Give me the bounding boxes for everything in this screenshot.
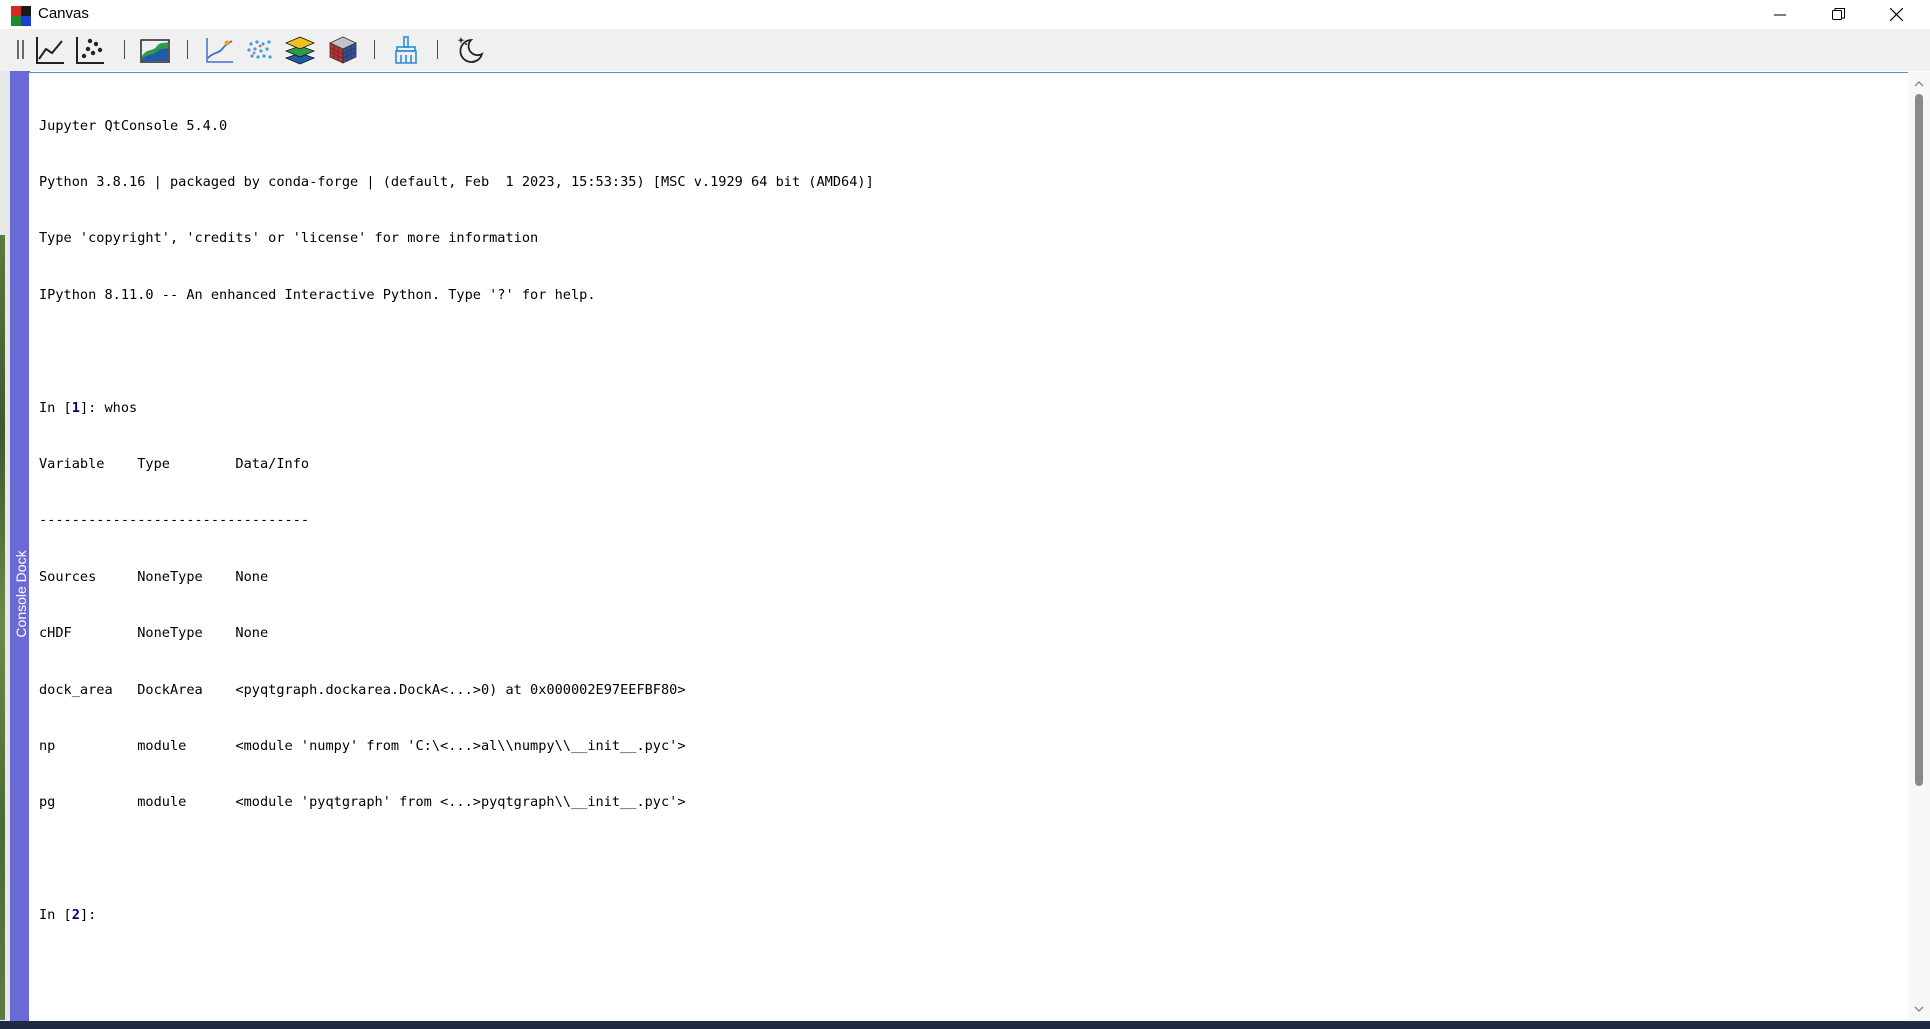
console-output: Jupyter QtConsole 5.4.0 Python 3.8.16 | … [39, 79, 874, 962]
whos-header: Variable Type Data/Info [39, 455, 310, 472]
prompt-suffix: ]: [79, 907, 105, 924]
banner-line: Type 'copyright', 'credits' or 'license'… [39, 230, 539, 247]
scrollbar-thumb[interactable] [1915, 94, 1923, 786]
toolbar-grip[interactable] [22, 40, 24, 59]
point-cloud-icon[interactable] [243, 34, 275, 66]
clear-brush-icon[interactable] [390, 34, 422, 66]
input-prompt-2[interactable]: In [2]: [39, 906, 874, 925]
desktop-wallpaper [0, 235, 5, 1020]
whos-row: Sources NoneType None [39, 568, 269, 585]
prompt-number: 1 [71, 399, 80, 416]
minimize-icon [1774, 14, 1786, 15]
prompt-prefix: In [ [39, 907, 72, 924]
surface-plot-icon[interactable] [139, 34, 171, 66]
toolbar-separator [187, 40, 188, 59]
whos-row: cHDF NoneType None [39, 625, 269, 642]
line-plot-icon[interactable] [34, 34, 66, 66]
title-bar: Canvas [0, 0, 1930, 29]
scatter-plot-icon[interactable] [74, 34, 106, 66]
console-area[interactable]: Jupyter QtConsole 5.4.0 Python 3.8.16 | … [29, 72, 1908, 1022]
app-icon [11, 6, 31, 26]
whos-rule: --------------------------------- [39, 512, 310, 529]
banner-line: Python 3.8.16 | packaged by conda-forge … [39, 173, 874, 190]
minimize-button[interactable] [1751, 0, 1809, 29]
toolbar [0, 29, 1930, 71]
toolbar-separator [374, 40, 375, 59]
prompt-number: 2 [71, 907, 80, 924]
input-prompt-1: In [1]: whos [39, 399, 874, 418]
window-title: Canvas [38, 5, 89, 22]
prompt-suffix: ]: [79, 399, 105, 416]
layers-icon[interactable] [284, 34, 316, 66]
banner-line: Jupyter QtConsole 5.4.0 [39, 117, 228, 134]
restore-button[interactable] [1809, 0, 1867, 29]
vertical-scrollbar[interactable] [1908, 72, 1930, 1021]
toolbar-separator [124, 40, 125, 59]
scroll-down-icon[interactable] [1913, 1003, 1925, 1015]
close-icon [1889, 8, 1903, 21]
curve-plot-icon[interactable] [203, 34, 235, 66]
prompt-prefix: In [ [39, 399, 72, 416]
desktop-background [0, 71, 10, 1021]
toolbar-separator [437, 40, 438, 59]
banner-line: IPython 8.11.0 -- An enhanced Interactiv… [39, 286, 596, 303]
voxel-cube-icon[interactable] [327, 34, 359, 66]
toolbar-grip[interactable] [17, 40, 19, 59]
whos-row: np module <module 'numpy' from 'C:\<...>… [39, 737, 686, 754]
prompt-command: whos [104, 399, 138, 416]
restore-icon [1831, 8, 1845, 20]
whos-row: dock_area DockArea <pyqtgraph.dockarea.D… [39, 681, 686, 698]
taskbar-edge [0, 1021, 1930, 1029]
whos-row: pg module <module 'pyqtgraph' from <...>… [39, 794, 686, 811]
scroll-up-icon[interactable] [1913, 78, 1925, 90]
close-button[interactable] [1867, 0, 1925, 29]
night-mode-icon[interactable] [453, 34, 485, 66]
